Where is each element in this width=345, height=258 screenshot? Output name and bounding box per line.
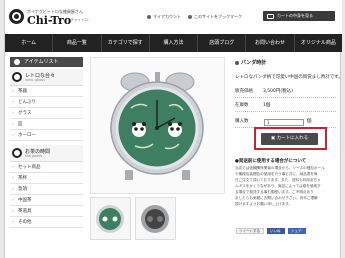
notice-body: 当店では信頼関係業者の場合から、ソースの梱包ボール や機械包装梱包の使用を行う事… bbox=[235, 166, 325, 206]
panda-clock-image bbox=[110, 72, 204, 180]
tweet-button[interactable]: ツイートする bbox=[236, 228, 264, 234]
site-header: ポイナグビートロな雑貨屋さん Chi-Tro - チャイトロ - マイアカウント… bbox=[5, 0, 342, 34]
sidebar-section-tea[interactable]: お茶の時間 tea goods bbox=[10, 145, 83, 162]
clock-front-thumb-image bbox=[96, 205, 124, 233]
section-subtitle: tea goods bbox=[25, 154, 43, 158]
account-icon bbox=[147, 15, 151, 19]
sidebar-item-tea-tools[interactable]: › 茶道具 bbox=[10, 207, 83, 217]
nav-item-products[interactable]: 商品一覧 bbox=[53, 34, 102, 52]
sidebar-item-teacups[interactable]: › 茶杯 bbox=[10, 174, 83, 184]
sidebar-item-others[interactable]: › その他 bbox=[10, 218, 83, 228]
price-label: 販売価格 bbox=[235, 89, 253, 94]
quantity-input[interactable]: 1 bbox=[264, 119, 304, 126]
chevron-right-icon: › bbox=[12, 209, 14, 214]
bookmark-link[interactable]: このサイトをブックマーク bbox=[188, 14, 242, 20]
chevron-right-icon: › bbox=[12, 122, 14, 127]
clock-back-thumb-image bbox=[141, 205, 169, 233]
nav-item-how-to-buy[interactable]: 購入方法 bbox=[150, 34, 199, 52]
sidebar-heading: アイテムリスト bbox=[10, 57, 83, 67]
site-brand-sub: - チャイトロ - bbox=[68, 18, 91, 22]
panda-icon bbox=[12, 72, 22, 82]
chevron-right-icon: › bbox=[12, 133, 14, 138]
sidebar-item-chinese-tea[interactable]: › 中国茶 bbox=[10, 196, 83, 206]
nav-item-original[interactable]: オリジナル商品 bbox=[295, 34, 342, 52]
view-cart-button[interactable]: カートの中身を見る bbox=[263, 11, 335, 21]
nav-item-blog[interactable]: 店頭ブログ bbox=[198, 34, 247, 52]
stock-row: 在庫数 1個 bbox=[235, 100, 336, 112]
price-value: 3,500円(税込) bbox=[263, 89, 293, 94]
add-to-cart-highlight bbox=[254, 127, 327, 150]
chevron-right-icon: › bbox=[12, 89, 14, 94]
bullet-icon bbox=[235, 60, 239, 65]
sidebar-item-glass[interactable]: › グラス bbox=[10, 109, 83, 119]
nav-item-home[interactable]: ホーム bbox=[5, 34, 54, 52]
chevron-right-icon: › bbox=[12, 220, 14, 225]
like-button[interactable]: いいね bbox=[267, 228, 285, 234]
panda-icon bbox=[12, 148, 22, 158]
product-thumbnail-back[interactable] bbox=[135, 197, 176, 240]
sidebar-item-sets[interactable]: › セット商品 bbox=[10, 163, 83, 173]
price-row: 販売価格 3,500円(税込) bbox=[235, 86, 336, 98]
panda-icon bbox=[14, 59, 20, 65]
product-title: パンダ時計 bbox=[235, 59, 266, 66]
product-description: レトロなパンダ柄で可愛い中国の目覚まし時計です。 bbox=[235, 75, 343, 80]
chevron-right-icon: › bbox=[12, 176, 14, 181]
browser-page: ポイナグビートロな雑貨屋さん Chi-Tro - チャイトロ - マイアカウント… bbox=[4, 0, 343, 258]
section-subtitle: retro goods bbox=[25, 78, 46, 82]
sidebar-item-teaware[interactable]: › 茶器 bbox=[10, 87, 83, 97]
chevron-right-icon: › bbox=[12, 187, 14, 192]
chevron-right-icon: › bbox=[12, 165, 14, 170]
nav-item-contact[interactable]: お問い合わせ bbox=[246, 34, 295, 52]
sidebar-section-retro[interactable]: レトロな台々 retro goods bbox=[10, 69, 83, 86]
global-nav: ホーム 商品一覧 カテゴリで探す 購入方法 店頭ブログ お問い合わせ オリジナル… bbox=[5, 34, 342, 52]
sidebar-item-enamel[interactable]: › ホーロー bbox=[10, 131, 83, 141]
stock-label: 在庫数 bbox=[235, 103, 249, 108]
sidebar-item-bowls[interactable]: › どんぶり bbox=[10, 98, 83, 108]
quantity-label: 購入数 bbox=[235, 119, 249, 124]
sidebar-item-teapots[interactable]: › 急須 bbox=[10, 185, 83, 195]
site-brand[interactable]: Chi-Tro bbox=[27, 14, 71, 27]
chevron-right-icon: › bbox=[12, 111, 14, 116]
chevron-right-icon: › bbox=[12, 100, 14, 105]
sidebar-item-plates[interactable]: › 皿 bbox=[10, 120, 83, 130]
nav-item-categories[interactable]: カテゴリで探す bbox=[102, 34, 150, 52]
my-account-link[interactable]: マイアカウント bbox=[147, 14, 181, 20]
notice-title: ●発送前に使用する場合がについて bbox=[235, 159, 307, 164]
panda-logo-icon[interactable] bbox=[9, 9, 24, 24]
cart-icon bbox=[267, 13, 274, 19]
chevron-right-icon: › bbox=[12, 198, 14, 203]
product-thumbnail-front[interactable] bbox=[90, 197, 131, 240]
stock-value: 1個 bbox=[263, 103, 271, 108]
share-button[interactable]: シェア bbox=[288, 228, 306, 234]
bookmark-icon bbox=[188, 15, 192, 19]
product-main-image[interactable] bbox=[90, 57, 225, 194]
